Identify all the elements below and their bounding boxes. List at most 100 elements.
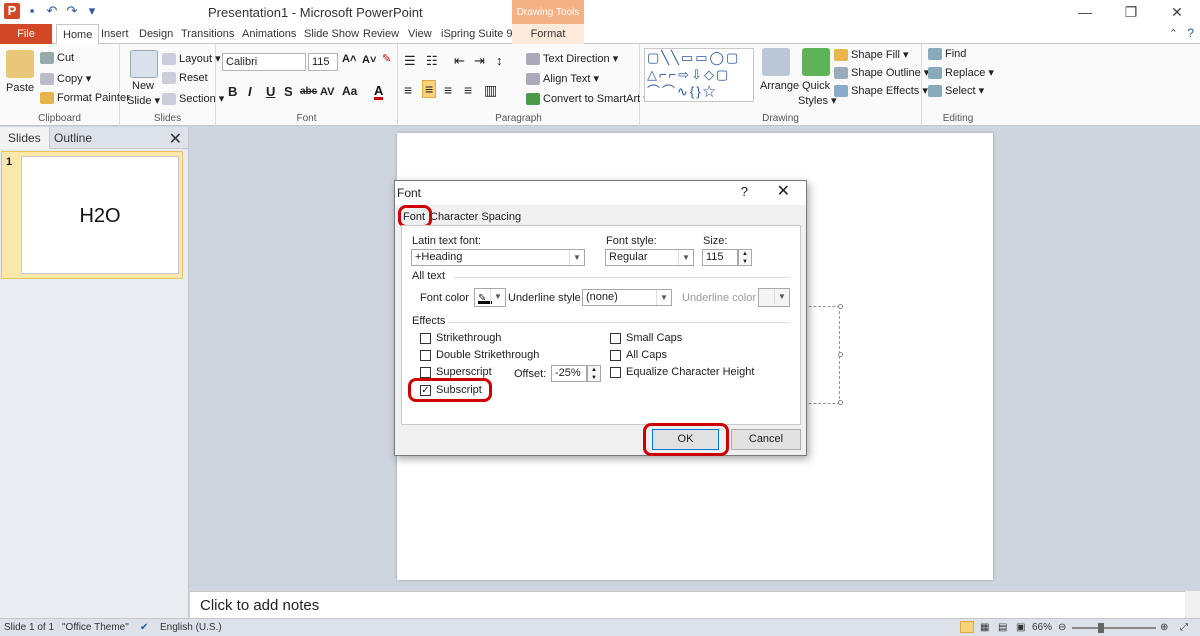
small-caps-checkbox[interactable]: [610, 333, 621, 344]
latin-font-select[interactable]: +Heading ▼: [411, 249, 585, 266]
tab-slide-show[interactable]: Slide Show: [298, 24, 365, 44]
all-caps-checkbox[interactable]: [610, 350, 621, 361]
tab-transitions[interactable]: Transitions: [175, 24, 240, 44]
underline-icon[interactable]: U: [266, 84, 275, 99]
section-button[interactable]: Section ▾: [162, 92, 224, 106]
align-center-icon[interactable]: ≡: [422, 80, 437, 98]
offset-spinner[interactable]: ▲ ▼: [587, 365, 601, 382]
tab-outline[interactable]: Outline: [46, 127, 100, 149]
align-right-icon[interactable]: ≡: [444, 82, 452, 98]
strikethrough-checkbox[interactable]: [420, 333, 431, 344]
save-icon[interactable]: ▪: [24, 3, 40, 19]
slide-thumbnail-selected[interactable]: 1 H2O: [1, 151, 183, 279]
shape-outline-button[interactable]: Shape Outline ▾: [834, 66, 929, 80]
redo-icon[interactable]: ↷: [64, 3, 80, 19]
undo-icon[interactable]: ↶: [44, 3, 60, 19]
zoom-slider[interactable]: [1072, 627, 1156, 629]
grow-font-icon[interactable]: A˄: [342, 53, 356, 65]
paste-icon[interactable]: [6, 50, 34, 78]
spell-check-icon[interactable]: ✔: [140, 622, 148, 633]
font-color-picker[interactable]: ✎ ▼: [474, 288, 506, 307]
arrange-button[interactable]: Arrange: [760, 80, 799, 92]
dialog-help-icon[interactable]: ?: [741, 181, 748, 203]
shapes-gallery[interactable]: ▢╲╲▭▭◯▢ △⌐⌐⇨⇩◇▢ ⌒⌒∿{}☆: [644, 48, 754, 102]
fit-slide-icon[interactable]: ⤢: [1180, 622, 1188, 633]
zoom-in-icon[interactable]: ⊕: [1160, 622, 1168, 633]
tab-view[interactable]: View: [402, 24, 438, 44]
clear-formatting-icon[interactable]: ✎: [382, 52, 391, 65]
zoom-level[interactable]: 66%: [1032, 622, 1052, 633]
minimize-icon[interactable]: —: [1062, 0, 1108, 24]
tab-file[interactable]: File: [0, 24, 52, 44]
double-strikethrough-checkbox[interactable]: [420, 350, 431, 361]
convert-smartart-button[interactable]: Convert to SmartArt ▾: [526, 92, 649, 106]
align-left-icon[interactable]: ≡: [404, 82, 412, 98]
resize-handle[interactable]: [838, 352, 843, 357]
powerpoint-logo-icon[interactable]: P: [4, 3, 20, 19]
tab-ispring[interactable]: iSpring Suite 9: [435, 24, 519, 44]
notes-scrollbar[interactable]: [1185, 591, 1200, 618]
font-color-icon[interactable]: A: [374, 84, 384, 100]
paste-button[interactable]: Paste: [6, 82, 34, 94]
underline-style-select[interactable]: (none) ▼: [582, 289, 672, 306]
collapse-ribbon-icon[interactable]: ⌃: [1169, 27, 1178, 40]
tab-animations[interactable]: Animations: [236, 24, 302, 44]
zoom-slider-thumb[interactable]: [1098, 623, 1104, 633]
resize-handle[interactable]: [838, 304, 843, 309]
increase-indent-icon[interactable]: ⇥: [474, 53, 485, 69]
quick-styles-icon[interactable]: [802, 48, 830, 76]
font-name-combo[interactable]: Calibri (Headings: [222, 53, 306, 71]
slideshow-view-icon[interactable]: ▣: [1016, 622, 1025, 633]
resize-handle[interactable]: [838, 400, 843, 405]
italic-icon[interactable]: I: [248, 84, 252, 99]
slide-thumbnail[interactable]: H2O: [21, 156, 179, 274]
bold-icon[interactable]: B: [228, 84, 237, 99]
shrink-font-icon[interactable]: A˅: [362, 54, 376, 66]
quick-styles-dropdown[interactable]: Styles ▾: [798, 94, 837, 107]
zoom-out-icon[interactable]: ⊖: [1058, 622, 1066, 633]
customize-toolbar-icon[interactable]: ▾: [84, 3, 100, 19]
shape-fill-button[interactable]: Shape Fill ▾: [834, 48, 909, 62]
language-indicator[interactable]: English (U.S.): [160, 622, 222, 633]
cancel-button[interactable]: Cancel: [731, 429, 801, 450]
justify-icon[interactable]: ≡: [464, 82, 472, 98]
new-slide-icon[interactable]: [130, 50, 158, 78]
font-style-select[interactable]: Regular ▼: [605, 249, 694, 266]
size-input[interactable]: 115: [702, 249, 738, 266]
bullets-icon[interactable]: ☰: [404, 53, 416, 69]
reset-button[interactable]: Reset: [162, 72, 208, 85]
restore-icon[interactable]: ❐: [1108, 0, 1154, 24]
format-painter-button[interactable]: Format Painter: [40, 92, 130, 105]
tab-design[interactable]: Design: [133, 24, 179, 44]
theme-name[interactable]: "Office Theme": [62, 622, 129, 633]
normal-view-icon[interactable]: [960, 621, 974, 633]
size-spinner[interactable]: ▲ ▼: [738, 249, 752, 266]
shadow-icon[interactable]: S: [284, 84, 293, 99]
reading-view-icon[interactable]: ▤: [998, 622, 1007, 633]
character-spacing-icon[interactable]: AV: [320, 86, 334, 98]
tab-character-spacing[interactable]: Character Spacing: [430, 209, 521, 225]
help-icon[interactable]: ?: [1187, 26, 1194, 40]
new-slide-dropdown[interactable]: Slide ▾: [127, 94, 160, 107]
replace-button[interactable]: Replace ▾: [928, 66, 994, 80]
decrease-indent-icon[interactable]: ⇤: [454, 53, 465, 69]
text-direction-button[interactable]: Text Direction ▾: [526, 52, 618, 66]
tab-insert[interactable]: Insert: [95, 24, 135, 44]
select-button[interactable]: Select ▾: [928, 84, 984, 98]
numbering-icon[interactable]: ☷: [426, 53, 438, 69]
notes-pane[interactable]: Click to add notes: [190, 591, 1185, 618]
strikethrough-icon[interactable]: abc: [300, 86, 317, 97]
dialog-close-icon[interactable]: ✕: [777, 181, 790, 203]
tab-format[interactable]: Format: [512, 24, 584, 44]
layout-button[interactable]: Layout ▾: [162, 52, 221, 66]
equalize-height-checkbox[interactable]: [610, 367, 621, 378]
quick-styles-label[interactable]: Quick: [802, 80, 830, 92]
line-spacing-icon[interactable]: ↕: [496, 53, 503, 68]
copy-button[interactable]: Copy ▾: [40, 72, 91, 86]
selected-textbox[interactable]: [804, 304, 843, 405]
offset-input[interactable]: -25%: [551, 365, 587, 382]
arrange-icon[interactable]: [762, 48, 790, 76]
close-panel-icon[interactable]: ✕: [169, 129, 182, 149]
slide-sorter-icon[interactable]: ▦: [980, 622, 989, 633]
shape-effects-button[interactable]: Shape Effects ▾: [834, 84, 928, 98]
